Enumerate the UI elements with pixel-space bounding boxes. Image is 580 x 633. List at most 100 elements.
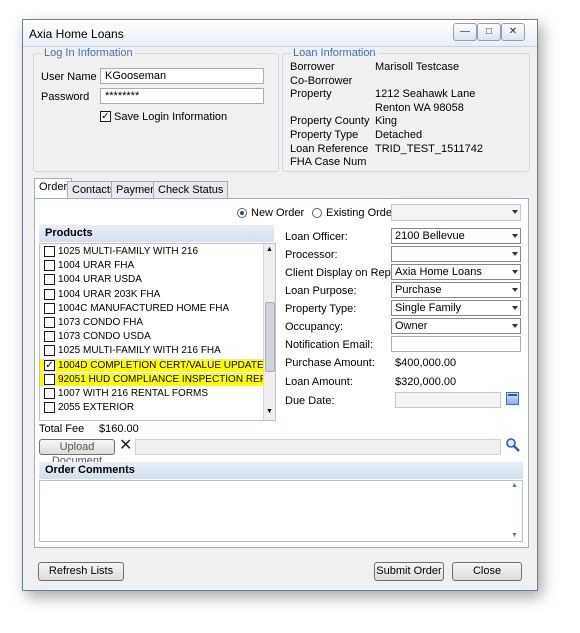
existing-order-radio[interactable] [312, 208, 322, 218]
product-label: 1004 URAR FHA [58, 260, 135, 272]
product-label: 1007 WITH 216 RENTAL FORMS [58, 388, 209, 399]
password-input[interactable] [100, 88, 264, 104]
product-label: 1004D COMPLETION CERT/VALUE UPDATE [58, 359, 264, 371]
loan-officer-select[interactable]: 2100 Bellevue [391, 228, 521, 244]
loan-officer-label: Loan Officer: [285, 231, 348, 243]
product-checkbox[interactable] [44, 246, 55, 257]
product-row[interactable]: ✓ 1004D COMPLETION CERT/VALUE UPDATE [40, 358, 264, 372]
remove-icon[interactable]: ✕ [119, 437, 132, 455]
product-label: 92051 HUD COMPLIANCE INSPECTION REPOR [58, 373, 276, 385]
product-row[interactable]: 1007 WITH 216 RENTAL FORMS [40, 387, 263, 400]
new-order-label: New Order [251, 207, 305, 219]
close-button[interactable]: Close [452, 562, 522, 581]
client-display-value: Axia Home Loans [395, 266, 482, 278]
loan-purpose-value: Purchase [395, 284, 442, 296]
product-row[interactable]: 1004 URAR 203K FHA [40, 288, 263, 301]
loan-purpose-select[interactable]: Purchase [391, 282, 521, 298]
processor-select[interactable] [391, 246, 521, 262]
purchase-amount-value: $400,000.00 [395, 357, 457, 369]
window-title: Axia Home Loans [29, 27, 124, 41]
upload-path-field[interactable] [135, 439, 501, 455]
processor-label: Processor: [285, 249, 338, 261]
notification-email-label: Notification Email: [285, 339, 374, 351]
loan-info-value: Renton WA 98058 [375, 101, 464, 114]
due-date-label: Due Date: [285, 395, 335, 407]
product-checkbox[interactable] [44, 402, 55, 414]
due-date-input[interactable] [395, 392, 501, 408]
loan-info-value: Marisoll Testcase [375, 61, 460, 73]
scroll-up-icon[interactable]: ▲ [266, 246, 273, 253]
order-comments-textarea[interactable] [39, 480, 523, 542]
calendar-icon[interactable] [506, 392, 519, 405]
save-login-checkbox[interactable]: ✓ [100, 111, 111, 122]
new-order-radio[interactable] [237, 208, 247, 218]
close-window-icon[interactable]: ✕ [501, 23, 525, 41]
product-label: 1004 URAR USDA [58, 274, 142, 286]
product-row[interactable]: 1004 URAR FHA [40, 259, 263, 272]
product-row[interactable]: 1073 CONDO USDA [40, 330, 263, 343]
product-checkbox[interactable]: ✓ [44, 359, 55, 371]
product-checkbox[interactable] [44, 288, 55, 300]
product-row[interactable]: 2055 EXTERIOR [40, 401, 263, 414]
product-checkbox[interactable] [44, 373, 55, 385]
product-row[interactable]: 1073 CONDO FHA [40, 316, 263, 329]
product-label: 1004 URAR 203K FHA [58, 288, 161, 300]
client-display-select[interactable]: Axia Home Loans [391, 264, 521, 280]
property-type-value: Single Family [395, 302, 462, 314]
product-checkbox[interactable] [44, 302, 55, 314]
loan-purpose-label: Loan Purpose: [285, 285, 357, 297]
product-label: 1025 MULTI-FAMILY WITH 216 [58, 246, 199, 257]
loan-info-value: Detached [375, 129, 423, 141]
property-type-label: Property Type: [285, 303, 357, 315]
loan-amount-label: Loan Amount: [285, 376, 353, 388]
occupancy-label: Occupancy: [285, 321, 344, 333]
loan-info-label: Property Type [290, 129, 359, 141]
property-type-select[interactable]: Single Family [391, 300, 521, 316]
product-checkbox[interactable] [44, 331, 55, 343]
product-row[interactable]: 1025 MULTI-FAMILY WITH 216 [40, 245, 263, 258]
loan-info-label: Co-Borrower [290, 74, 353, 87]
product-label: 1025 MULTI-FAMILY WITH 216 FHA [58, 345, 221, 357]
product-row[interactable]: 1004C MANUFACTURED HOME FHA [40, 302, 263, 315]
product-row[interactable]: 92051 HUD COMPLIANCE INSPECTION REPOR [40, 372, 275, 386]
username-input[interactable] [100, 68, 264, 84]
comments-scroll-up-icon[interactable]: ▲ [511, 482, 518, 489]
scroll-down-icon[interactable]: ▼ [266, 408, 273, 415]
product-checkbox[interactable] [44, 274, 55, 286]
notification-email-input[interactable] [391, 336, 521, 352]
refresh-lists-button[interactable]: Refresh Lists [38, 562, 124, 581]
loan-info-value: 1212 Seahawk Lane [375, 88, 476, 101]
username-label: User Name [41, 71, 97, 83]
loan-info-legend: Loan Information [291, 47, 378, 59]
occupancy-select[interactable]: Owner [391, 318, 521, 334]
save-login-label: Save Login Information [114, 111, 228, 123]
loan-info-label: FHA Case Num [290, 156, 367, 169]
product-row[interactable]: 1025 MULTI-FAMILY WITH 216 FHA [40, 344, 263, 357]
login-group: Log In Information User Name Password ✓ … [33, 47, 279, 172]
login-legend: Log In Information [42, 47, 135, 59]
products-header: Products [39, 225, 274, 242]
minimize-icon[interactable]: — [453, 23, 477, 41]
products-scrollbar[interactable]: ▲ ▼ [263, 244, 275, 420]
search-icon[interactable] [505, 437, 521, 453]
product-label: 1073 CONDO FHA [58, 317, 144, 328]
tab-check-status[interactable]: Check Status [153, 181, 229, 198]
product-checkbox[interactable] [44, 345, 55, 357]
comments-scroll-down-icon[interactable]: ▼ [511, 532, 518, 539]
product-checkbox[interactable] [44, 260, 55, 272]
product-checkbox[interactable] [44, 388, 55, 399]
password-label: Password [41, 91, 90, 103]
maximize-icon[interactable]: □ [477, 23, 501, 41]
app-window: Axia Home Loans — □ ✕ Log In Information… [22, 19, 538, 591]
upload-document-button[interactable]: Upload Document [39, 439, 115, 467]
loan-info-group: Loan Information Borrower Marisoll Testca… [282, 47, 530, 172]
product-label: 1004C MANUFACTURED HOME FHA [58, 302, 230, 314]
order-panel: New Order Existing Order Products 1025 M… [34, 198, 529, 548]
scroll-thumb[interactable] [265, 302, 275, 372]
existing-order-select[interactable] [391, 204, 521, 221]
product-checkbox[interactable] [44, 317, 55, 328]
submit-order-button[interactable]: Submit Order [374, 562, 444, 581]
existing-order-label: Existing Order [326, 207, 396, 219]
loan-info-value: TRID_TEST_1511742 [375, 142, 484, 155]
product-row[interactable]: 1004 URAR USDA [40, 273, 263, 286]
